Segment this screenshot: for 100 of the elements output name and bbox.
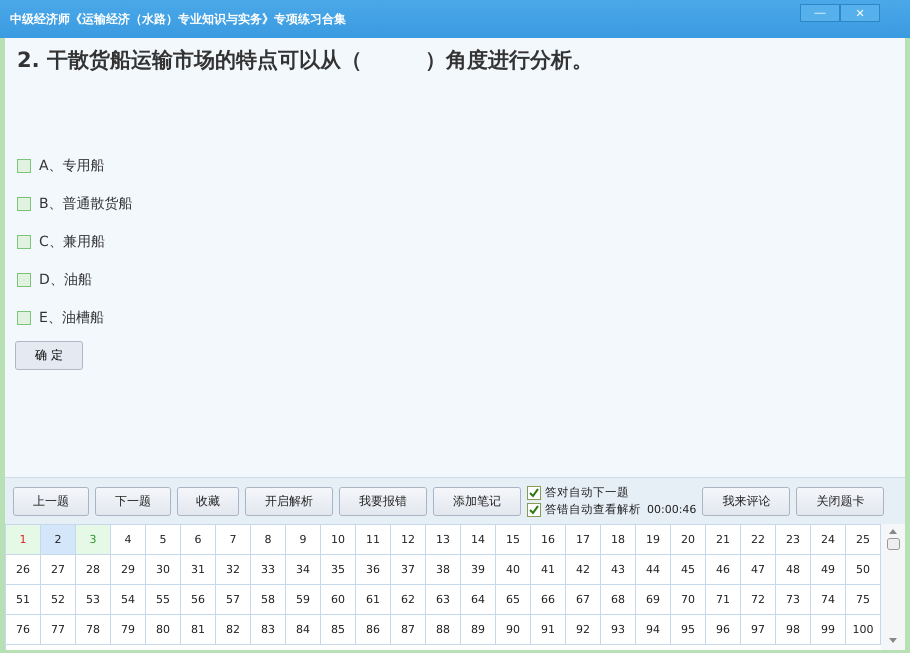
toolbar-button[interactable]: 我要报错 bbox=[339, 486, 427, 516]
question-number[interactable]: 91 bbox=[531, 615, 566, 645]
question-number[interactable]: 89 bbox=[461, 615, 496, 645]
question-number[interactable]: 23 bbox=[776, 525, 811, 555]
toolbar-button[interactable]: 上一题 bbox=[13, 486, 89, 516]
question-number[interactable]: 1 bbox=[6, 525, 41, 555]
scrollbar[interactable] bbox=[881, 524, 905, 650]
question-number[interactable]: 59 bbox=[286, 585, 321, 615]
question-number[interactable]: 58 bbox=[251, 585, 286, 615]
question-number[interactable]: 11 bbox=[356, 525, 391, 555]
question-number[interactable]: 4 bbox=[111, 525, 146, 555]
question-number[interactable]: 29 bbox=[111, 555, 146, 585]
question-number[interactable]: 12 bbox=[391, 525, 426, 555]
question-number[interactable]: 86 bbox=[356, 615, 391, 645]
question-number[interactable]: 96 bbox=[706, 615, 741, 645]
question-number[interactable]: 9 bbox=[286, 525, 321, 555]
checkbox[interactable] bbox=[17, 234, 31, 248]
question-number[interactable]: 40 bbox=[496, 555, 531, 585]
confirm-button[interactable]: 确 定 bbox=[15, 341, 83, 370]
question-number[interactable]: 52 bbox=[41, 585, 76, 615]
question-number[interactable]: 26 bbox=[6, 555, 41, 585]
question-number[interactable]: 66 bbox=[531, 585, 566, 615]
question-number[interactable]: 16 bbox=[531, 525, 566, 555]
question-number[interactable]: 27 bbox=[41, 555, 76, 585]
question-number[interactable]: 93 bbox=[601, 615, 636, 645]
toolbar-button[interactable]: 添加笔记 bbox=[433, 486, 521, 516]
question-number[interactable]: 61 bbox=[356, 585, 391, 615]
question-number[interactable]: 73 bbox=[776, 585, 811, 615]
checkbox[interactable] bbox=[17, 158, 31, 172]
question-number[interactable]: 41 bbox=[531, 555, 566, 585]
checkbox[interactable] bbox=[527, 486, 541, 500]
question-number[interactable]: 20 bbox=[671, 525, 706, 555]
question-number[interactable]: 32 bbox=[216, 555, 251, 585]
question-number[interactable]: 6 bbox=[181, 525, 216, 555]
question-number[interactable]: 7 bbox=[216, 525, 251, 555]
question-number[interactable]: 46 bbox=[706, 555, 741, 585]
question-number[interactable]: 69 bbox=[636, 585, 671, 615]
question-number[interactable]: 18 bbox=[601, 525, 636, 555]
scroll-up-icon[interactable] bbox=[889, 528, 897, 534]
question-number[interactable]: 74 bbox=[811, 585, 846, 615]
toolbar-button[interactable]: 我来评论 bbox=[702, 486, 790, 516]
question-number[interactable]: 39 bbox=[461, 555, 496, 585]
question-number[interactable]: 92 bbox=[566, 615, 601, 645]
toolbar-button[interactable]: 下一题 bbox=[95, 486, 171, 516]
question-number[interactable]: 15 bbox=[496, 525, 531, 555]
scroll-down-icon[interactable] bbox=[889, 638, 897, 644]
toolbar-button[interactable]: 收藏 bbox=[177, 486, 239, 516]
question-number[interactable]: 42 bbox=[566, 555, 601, 585]
checkbox[interactable] bbox=[17, 310, 31, 324]
question-number[interactable]: 54 bbox=[111, 585, 146, 615]
question-number[interactable]: 70 bbox=[671, 585, 706, 615]
question-number[interactable]: 64 bbox=[461, 585, 496, 615]
question-number[interactable]: 56 bbox=[181, 585, 216, 615]
option-label[interactable]: E、油槽船 bbox=[39, 308, 104, 326]
question-number[interactable]: 68 bbox=[601, 585, 636, 615]
question-number[interactable]: 99 bbox=[811, 615, 846, 645]
toggle-label[interactable]: 答错自动查看解析 bbox=[545, 502, 641, 517]
question-number[interactable]: 10 bbox=[321, 525, 356, 555]
question-number[interactable]: 47 bbox=[741, 555, 776, 585]
question-number[interactable]: 72 bbox=[741, 585, 776, 615]
question-number[interactable]: 49 bbox=[811, 555, 846, 585]
question-number[interactable]: 65 bbox=[496, 585, 531, 615]
question-number[interactable]: 78 bbox=[76, 615, 111, 645]
question-number[interactable]: 13 bbox=[426, 525, 461, 555]
question-number[interactable]: 81 bbox=[181, 615, 216, 645]
question-number[interactable]: 31 bbox=[181, 555, 216, 585]
question-number[interactable]: 67 bbox=[566, 585, 601, 615]
question-number[interactable]: 48 bbox=[776, 555, 811, 585]
checkbox[interactable] bbox=[17, 196, 31, 210]
question-number[interactable]: 5 bbox=[146, 525, 181, 555]
question-number[interactable]: 82 bbox=[216, 615, 251, 645]
question-number[interactable]: 22 bbox=[741, 525, 776, 555]
question-number[interactable]: 57 bbox=[216, 585, 251, 615]
question-number[interactable]: 38 bbox=[426, 555, 461, 585]
question-number[interactable]: 19 bbox=[636, 525, 671, 555]
question-number[interactable]: 98 bbox=[776, 615, 811, 645]
question-number[interactable]: 100 bbox=[846, 615, 881, 645]
question-number[interactable]: 30 bbox=[146, 555, 181, 585]
question-number[interactable]: 17 bbox=[566, 525, 601, 555]
option-label[interactable]: B、普通散货船 bbox=[39, 194, 133, 212]
question-number[interactable]: 62 bbox=[391, 585, 426, 615]
question-number[interactable]: 36 bbox=[356, 555, 391, 585]
question-number[interactable]: 60 bbox=[321, 585, 356, 615]
question-number[interactable]: 37 bbox=[391, 555, 426, 585]
question-number[interactable]: 2 bbox=[41, 525, 76, 555]
option-label[interactable]: D、油船 bbox=[39, 270, 92, 288]
question-number[interactable]: 84 bbox=[286, 615, 321, 645]
question-number[interactable]: 80 bbox=[146, 615, 181, 645]
scroll-thumb[interactable] bbox=[886, 538, 900, 550]
question-number[interactable]: 34 bbox=[286, 555, 321, 585]
question-number[interactable]: 63 bbox=[426, 585, 461, 615]
toolbar-button[interactable]: 关闭题卡 bbox=[796, 486, 884, 516]
question-number[interactable]: 28 bbox=[76, 555, 111, 585]
question-number[interactable]: 88 bbox=[426, 615, 461, 645]
question-number[interactable]: 33 bbox=[251, 555, 286, 585]
question-number[interactable]: 77 bbox=[41, 615, 76, 645]
question-number[interactable]: 51 bbox=[6, 585, 41, 615]
question-number[interactable]: 97 bbox=[741, 615, 776, 645]
question-number[interactable]: 87 bbox=[391, 615, 426, 645]
question-number[interactable]: 35 bbox=[321, 555, 356, 585]
